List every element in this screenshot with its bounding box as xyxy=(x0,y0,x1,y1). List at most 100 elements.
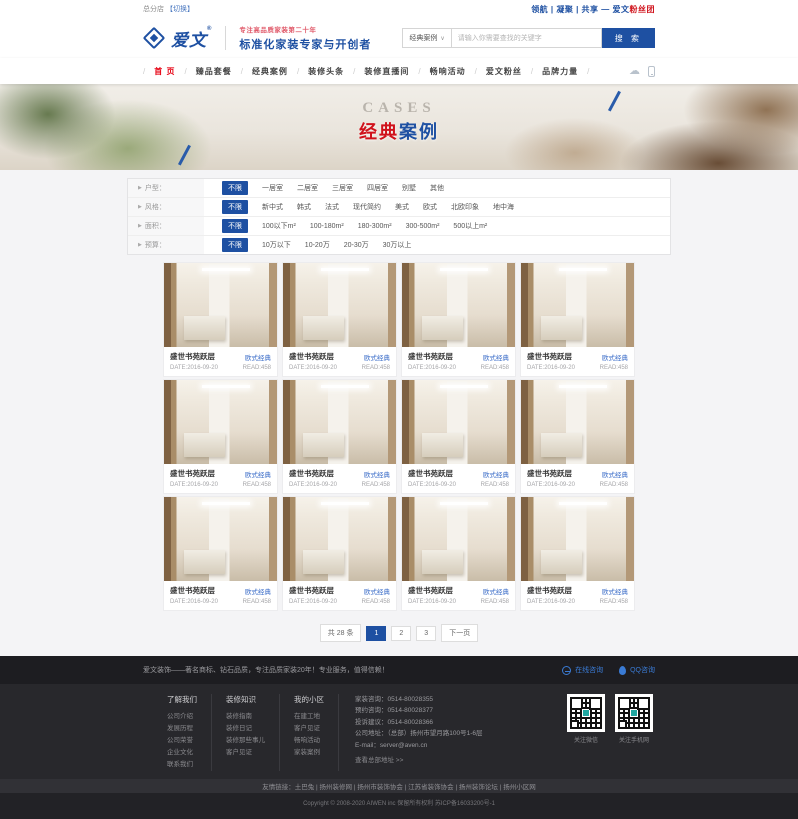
filter-option[interactable]: 500以上m² xyxy=(453,221,487,231)
footer-link[interactable]: 装修那些事儿 xyxy=(226,735,265,747)
nav-item[interactable]: 装修直播间 xyxy=(355,66,418,77)
nav-item[interactable]: 臻品套餐 xyxy=(187,66,241,77)
filter-option[interactable]: 法式 xyxy=(325,202,339,212)
case-photo xyxy=(164,380,277,464)
case-style-tag[interactable]: 欧式经典 xyxy=(602,586,628,596)
case-card[interactable]: 盛世书苑跃层 欧式经典 DATE:2016-09-20 READ:458 xyxy=(402,497,515,610)
case-style-tag[interactable]: 欧式经典 xyxy=(364,469,390,479)
filter-option[interactable]: 10万以下 xyxy=(262,240,291,250)
filter-option[interactable]: 其他 xyxy=(430,183,444,193)
filter-option[interactable]: 韩式 xyxy=(297,202,311,212)
nav-item[interactable]: 品牌力量 xyxy=(533,66,587,77)
footer-link[interactable]: 家装案例 xyxy=(294,747,324,759)
case-card[interactable]: 盛世书苑跃层 欧式经典 DATE:2016-09-20 READ:458 xyxy=(283,497,396,610)
pagination-page[interactable]: 2 xyxy=(391,626,411,641)
case-style-tag[interactable]: 欧式经典 xyxy=(483,469,509,479)
filter-option[interactable]: 300-500m² xyxy=(406,223,440,230)
store-label: 总分店 xyxy=(143,6,164,13)
case-style-tag[interactable]: 欧式经典 xyxy=(245,586,271,596)
filter-option[interactable]: 欧式 xyxy=(423,202,437,212)
case-card[interactable]: 盛世书苑跃层 欧式经典 DATE:2016-09-20 READ:458 xyxy=(521,380,634,493)
case-card[interactable]: 盛世书苑跃层 欧式经典 DATE:2016-09-20 READ:458 xyxy=(402,263,515,376)
nav-item[interactable]: 畅响活动 xyxy=(421,66,475,77)
filter-option-selected[interactable]: 不限 xyxy=(222,181,248,195)
case-card[interactable]: 盛世书苑跃层 欧式经典 DATE:2016-09-20 READ:458 xyxy=(521,263,634,376)
case-card[interactable]: 盛世书苑跃层 欧式经典 DATE:2016-09-20 READ:458 xyxy=(164,380,277,493)
filter-option[interactable]: 别墅 xyxy=(402,183,416,193)
filter-option[interactable]: 地中海 xyxy=(493,202,514,212)
filter-option[interactable]: 现代简约 xyxy=(353,202,381,212)
arrow-right-icon: ▶ xyxy=(138,242,142,248)
footer-link[interactable]: 畅响活动 xyxy=(294,735,324,747)
footer-link[interactable]: 装修指南 xyxy=(226,711,265,723)
filter-option[interactable]: 新中式 xyxy=(262,202,283,212)
nav-item[interactable]: 爱文粉丝 xyxy=(477,66,531,77)
case-style-tag[interactable]: 欧式经典 xyxy=(245,469,271,479)
pagination-page[interactable]: 1 xyxy=(366,626,386,641)
filter-option[interactable]: 北欧印象 xyxy=(451,202,479,212)
case-read-count: READ:458 xyxy=(600,482,628,488)
search-category-select[interactable]: 经典案例∨ xyxy=(402,28,451,48)
filter-option[interactable]: 四居室 xyxy=(367,183,388,193)
nav-item[interactable]: 装修头条 xyxy=(299,66,353,77)
filter-option[interactable]: 100-180m² xyxy=(310,223,344,230)
qr-caption: 关注微信 xyxy=(567,735,605,744)
case-style-tag[interactable]: 欧式经典 xyxy=(483,586,509,596)
online-consult-link[interactable]: 在线咨询 xyxy=(562,665,603,675)
filter-option[interactable]: 二居室 xyxy=(297,183,318,193)
qq-consult-link[interactable]: QQ咨询 xyxy=(619,665,655,675)
filter-option[interactable]: 20-30万 xyxy=(344,240,369,250)
filter-option[interactable]: 三居室 xyxy=(332,183,353,193)
case-style-tag[interactable]: 欧式经典 xyxy=(364,586,390,596)
footer-link[interactable]: 公司介绍 xyxy=(167,711,197,723)
logo[interactable]: 爱文® 专注高品质家装第二十年 标准化家装专家与开创者 xyxy=(143,24,371,52)
footer-link[interactable]: 发展历程 xyxy=(167,723,197,735)
case-card[interactable]: 盛世书苑跃层 欧式经典 DATE:2016-09-20 READ:458 xyxy=(283,380,396,493)
nav-item[interactable]: 经典案例 xyxy=(243,66,297,77)
case-read-count: READ:458 xyxy=(243,365,271,371)
case-style-tag[interactable]: 欧式经典 xyxy=(602,352,628,362)
footer-column-title: 我的小区 xyxy=(294,694,324,705)
filter-option[interactable]: 100以下m² xyxy=(262,221,296,231)
filter-option-selected[interactable]: 不限 xyxy=(222,219,248,233)
pagination-next-button[interactable]: 下一页 xyxy=(441,624,478,642)
case-date: DATE:2016-09-20 xyxy=(408,599,456,605)
fan-club-banner[interactable]: 领航 | 凝聚 | 共享 — 爱文粉丝团 xyxy=(531,4,655,15)
chevron-down-icon: ∨ xyxy=(440,35,444,42)
logo-text: 爱文® xyxy=(171,26,212,51)
case-style-tag[interactable]: 欧式经典 xyxy=(364,352,390,362)
case-card[interactable]: 盛世书苑跃层 欧式经典 DATE:2016-09-20 READ:458 xyxy=(164,263,277,376)
filter-option-selected[interactable]: 不限 xyxy=(222,200,248,214)
filter-option[interactable]: 180-300m² xyxy=(358,223,392,230)
filter-option[interactable]: 一居室 xyxy=(262,183,283,193)
footer-link[interactable]: 客户见证 xyxy=(226,747,265,759)
case-card[interactable]: 盛世书苑跃层 欧式经典 DATE:2016-09-20 READ:458 xyxy=(164,497,277,610)
filter-option[interactable]: 30万以上 xyxy=(383,240,412,250)
footer-link[interactable]: 公司荣誉 xyxy=(167,735,197,747)
customer-service-icon[interactable]: ☁ xyxy=(629,66,640,77)
filter-option-selected[interactable]: 不限 xyxy=(222,238,248,252)
footer-link[interactable]: 在建工地 xyxy=(294,711,324,723)
case-style-tag[interactable]: 欧式经典 xyxy=(602,469,628,479)
case-style-tag[interactable]: 欧式经典 xyxy=(483,352,509,362)
mobile-phone-icon[interactable] xyxy=(648,66,655,77)
case-card[interactable]: 盛世书苑跃层 欧式经典 DATE:2016-09-20 READ:458 xyxy=(521,497,634,610)
footer-link[interactable]: 装修日记 xyxy=(226,723,265,735)
footer-link[interactable]: 联系我们 xyxy=(167,759,197,771)
filter-option[interactable]: 美式 xyxy=(395,202,409,212)
banner-title-en: CASES xyxy=(0,100,798,117)
search-input[interactable] xyxy=(452,28,602,48)
footer-link[interactable]: 企业文化 xyxy=(167,747,197,759)
filter-option[interactable]: 10-20万 xyxy=(305,240,330,250)
view-address-link[interactable]: 查看总部地址 >> xyxy=(355,754,567,764)
friend-links[interactable]: 友情链接：土巴兔 | 扬州装修网 | 扬州市装饰协会 | 江苏省装饰协会 | 扬… xyxy=(262,781,536,791)
case-card[interactable]: 盛世书苑跃层 欧式经典 DATE:2016-09-20 READ:458 xyxy=(402,380,515,493)
search-button[interactable]: 搜 索 xyxy=(602,28,655,48)
case-title: 盛世书苑跃层 xyxy=(408,468,453,479)
case-card[interactable]: 盛世书苑跃层 欧式经典 DATE:2016-09-20 READ:458 xyxy=(283,263,396,376)
store-switch-link[interactable]: 【切换】 xyxy=(166,6,194,13)
pagination-page[interactable]: 3 xyxy=(416,626,436,641)
nav-item[interactable]: 首 页 xyxy=(145,66,184,77)
footer-link[interactable]: 客户见证 xyxy=(294,723,324,735)
case-style-tag[interactable]: 欧式经典 xyxy=(245,352,271,362)
